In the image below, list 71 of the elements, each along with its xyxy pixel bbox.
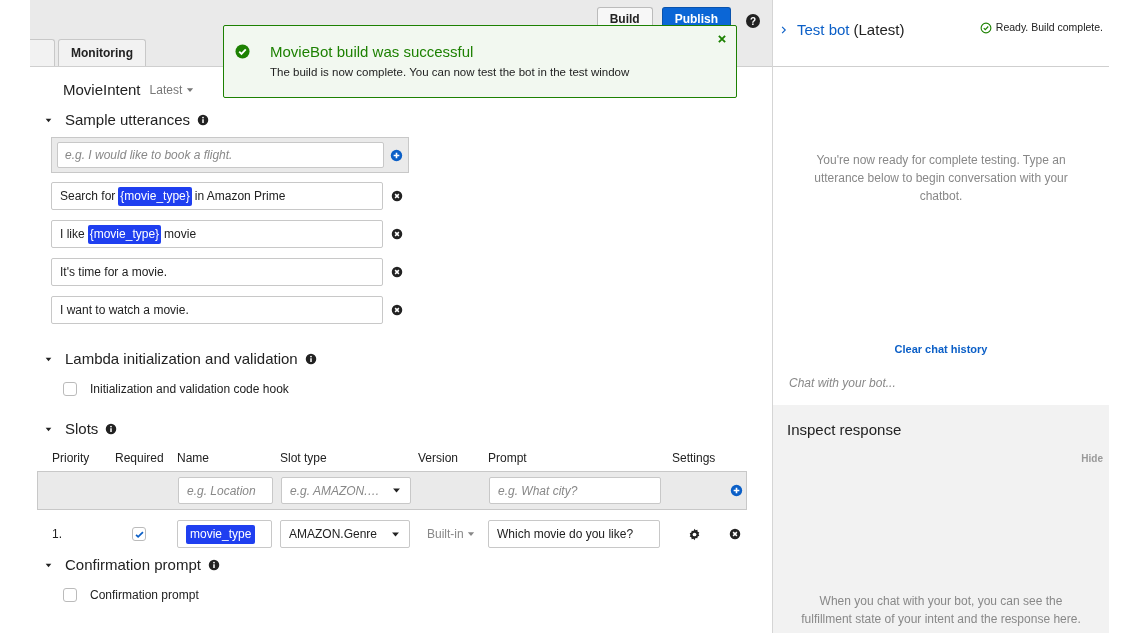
utterance-text: I want to watch a movie. [60, 302, 189, 319]
info-icon [197, 114, 210, 126]
utterance-text: Search for [60, 188, 116, 205]
slot-type-dropdown[interactable]: AMAZON.Genre [280, 520, 410, 548]
clear-history-link[interactable]: Clear chat history [894, 341, 988, 358]
expand-icon[interactable] [779, 25, 789, 35]
column-header: Prompt [488, 450, 528, 467]
intro-text: You're now ready for complete testing. Type an utterance below to begin conversation with your chatbot. [813, 152, 1069, 205]
remove-icon[interactable] [391, 190, 403, 202]
slot-tag: {movie_type} [118, 186, 192, 206]
inspect-title: Inspect response [787, 419, 903, 440]
utterance-input[interactable]: e.g. I would like to book a flight. [57, 142, 384, 168]
priority-number: 1. [51, 526, 63, 543]
section-title: Confirmation prompt [65, 554, 201, 575]
column-header: Priority [51, 450, 91, 467]
info-icon [207, 559, 220, 571]
add-icon[interactable] [730, 484, 743, 497]
info-icon [304, 353, 317, 365]
utterance-field[interactable]: Search for {movie_type} in Amazon Prime [51, 182, 383, 210]
add-icon[interactable] [390, 148, 403, 162]
column-header: Slot type [280, 450, 328, 467]
section-title: Lambda initialization and validation [65, 348, 298, 369]
remove-icon[interactable] [391, 228, 403, 240]
tab[interactable]: Monitoring [58, 39, 146, 66]
version-dropdown[interactable]: Built-in [427, 525, 488, 543]
section-title: Slots [65, 418, 99, 439]
chat-input[interactable]: Chat with your bot... [773, 367, 1109, 398]
utterance-field[interactable]: I like {movie_type} movie [51, 220, 383, 248]
utterance-field[interactable]: I want to watch a movie. [51, 296, 383, 324]
column-header: Required [115, 450, 165, 467]
column-header: Settings [672, 450, 717, 467]
slot-tag: {movie_type} [87, 224, 162, 244]
checkbox[interactable] [63, 382, 77, 396]
version-dropdown[interactable]: Latest [149, 81, 196, 99]
slot-tag: movie_type [186, 524, 256, 544]
utterance-text: in Amazon Prime [194, 188, 286, 205]
section-title: Sample utterances [65, 109, 191, 130]
slot-name-input[interactable]: e.g. Location [178, 477, 273, 504]
column-header: Version [418, 450, 460, 467]
utterance-text: I like [60, 226, 85, 243]
panel-title: Test bot [797, 20, 850, 40]
utterance-text: movie [164, 226, 197, 243]
info-icon [105, 423, 118, 435]
settings-icon[interactable] [688, 527, 701, 541]
slot-name-field[interactable]: movie_type [177, 520, 272, 548]
checkbox-label: Initialization and validation code hook [90, 381, 289, 398]
remove-icon[interactable] [391, 266, 403, 278]
publish-button[interactable]: Publish [661, 7, 731, 25]
success-icon [235, 44, 250, 59]
remove-icon[interactable] [729, 528, 741, 540]
prompt-field[interactable]: Which movie do you like? [488, 520, 660, 548]
utterance-field[interactable]: It's time for a movie. [51, 258, 383, 286]
build-button[interactable]: Build [596, 7, 653, 25]
remove-icon[interactable] [391, 304, 403, 316]
build-status: Ready. Build complete. [995, 20, 1103, 35]
caret-icon [391, 485, 402, 496]
utterance-text: It's time for a movie. [60, 264, 167, 281]
toast-title: MovieBot build was successful [270, 43, 475, 61]
column-header: Name [177, 450, 210, 467]
required-checkbox[interactable] [132, 527, 146, 541]
prompt-input[interactable]: e.g. What city? [489, 477, 661, 504]
close-icon[interactable] [717, 34, 727, 44]
help-icon[interactable]: ? [746, 14, 760, 28]
checkbox-label: Confirmation prompt [90, 587, 199, 604]
toast-message: The build is now complete. You can now test the bot in the test window [270, 65, 630, 80]
slot-type-dropdown[interactable]: e.g. AMAZON.… [281, 477, 411, 504]
intent-name: MovieIntent [63, 79, 141, 100]
checkbox[interactable] [63, 588, 77, 602]
status-check-icon [979, 21, 992, 34]
version-label: (Latest) [853, 20, 905, 40]
inspect-hint: When you chat with your bot, you can see the fulfillment state of your intent and the response here. [800, 593, 1082, 628]
